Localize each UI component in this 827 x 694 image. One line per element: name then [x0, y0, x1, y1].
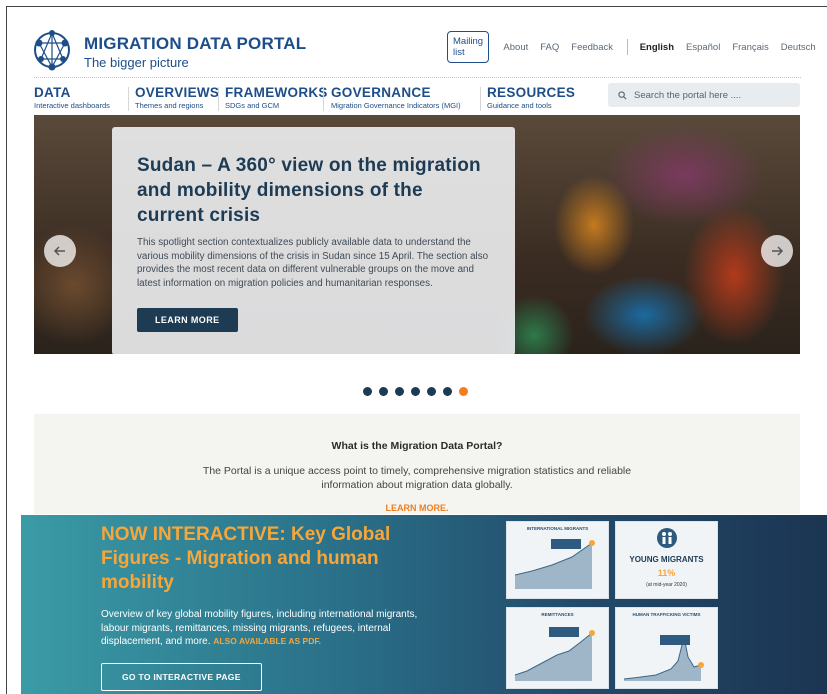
young-migrants-title: YOUNG MIGRANTS [629, 555, 704, 564]
carousel-indicators [363, 387, 475, 396]
area-chart-icon [623, 635, 704, 681]
nav-frameworks-title: FRAMEWORKS [225, 85, 328, 100]
nav-frameworks-subtitle: SDGs and GCM [225, 101, 280, 110]
nav-divider [480, 87, 481, 111]
go-to-interactive-button[interactable]: GO TO INTERACTIVE PAGE [101, 663, 262, 691]
pdf-link[interactable]: ALSO AVAILABLE AS PDF. [213, 636, 321, 646]
search-input[interactable]: Search the portal here .... [608, 83, 800, 107]
international-migrants-thumbnail[interactable]: INTERNATIONAL MIGRANTS [506, 521, 609, 599]
about-link[interactable]: About [503, 42, 528, 53]
next-slide-button[interactable] [761, 235, 793, 267]
banner-description: Overview of key global mobility figures,… [101, 608, 421, 649]
previous-slide-button[interactable] [44, 235, 76, 267]
site-title[interactable]: MIGRATION DATA PORTAL [84, 34, 306, 54]
young-person-icon [656, 528, 677, 548]
arrow-left-icon [53, 246, 65, 256]
nav-data-subtitle: Interactive dashboards [34, 101, 110, 110]
about-heading: What is the Migration Data Portal? [331, 440, 503, 452]
nav-resources[interactable]: RESOURCES Guidance and tools [487, 85, 575, 110]
language-german[interactable]: Deutsch [781, 42, 816, 53]
about-learn-more-link[interactable]: LEARN MORE. [386, 503, 449, 513]
header-divider [34, 77, 801, 78]
carousel-dot[interactable] [427, 387, 436, 396]
faq-link[interactable]: FAQ [540, 42, 559, 53]
carousel-dot-active[interactable] [459, 387, 468, 396]
search-icon [618, 90, 627, 99]
remittances-thumbnail[interactable]: REMITTANCES [506, 607, 609, 689]
trafficking-victims-thumbnail[interactable]: HUMAN TRAFFICKING VICTIMS [615, 607, 718, 689]
carousel-dot[interactable] [395, 387, 404, 396]
mailing-list-button[interactable]: Mailing list [447, 31, 490, 63]
carousel-dot[interactable] [443, 387, 452, 396]
hero-slider: Sudan – A 360° view on the migration and… [34, 115, 800, 354]
divider [627, 39, 628, 55]
nav-overviews[interactable]: OVERVIEWS Themes and regions [135, 85, 219, 110]
nav-divider [218, 87, 219, 111]
nav-resources-title: RESOURCES [487, 85, 576, 100]
search-placeholder: Search the portal here .... [634, 89, 742, 101]
carousel-dot[interactable] [411, 387, 420, 396]
hero-description: This spotlight section contextualizes pu… [137, 237, 489, 289]
carousel-dot[interactable] [379, 387, 388, 396]
nav-data[interactable]: DATA Interactive dashboards [34, 85, 110, 110]
globe-network-logo-icon[interactable] [31, 29, 73, 71]
nav-divider [128, 87, 129, 111]
about-description: The Portal is a unique access point to t… [202, 465, 632, 491]
young-migrants-value: 11% [657, 568, 676, 578]
nav-frameworks[interactable]: FRAMEWORKS SDGs and GCM [225, 85, 328, 110]
language-spanish[interactable]: Español [686, 42, 720, 53]
banner-title: NOW INTERACTIVE: Key Global Figures - Mi… [101, 524, 391, 593]
area-chart-icon [514, 539, 595, 589]
feedback-link[interactable]: Feedback [571, 42, 613, 53]
nav-resources-subtitle: Guidance and tools [487, 101, 552, 110]
hero-learn-more-button[interactable]: LEARN MORE [137, 308, 238, 333]
nav-governance-title: GOVERNANCE [331, 85, 431, 100]
nav-governance-subtitle: Migration Governance Indicators (MGI) [331, 101, 461, 110]
nav-overviews-subtitle: Themes and regions [135, 101, 204, 110]
arrow-right-icon [772, 246, 784, 256]
carousel-dot[interactable] [363, 387, 372, 396]
nav-overviews-title: OVERVIEWS [135, 85, 220, 100]
site-subtitle: The bigger picture [84, 55, 189, 70]
nav-data-title: DATA [34, 85, 71, 100]
young-migrants-note: (at mid-year 2020) [646, 582, 687, 588]
nav-divider [323, 87, 324, 111]
young-migrants-thumbnail[interactable]: YOUNG MIGRANTS 11% (at mid-year 2020) [615, 521, 718, 599]
page-frame: MIGRATION DATA PORTAL The bigger picture… [6, 6, 827, 694]
key-figures-banner: NOW INTERACTIVE: Key Global Figures - Mi… [21, 515, 827, 694]
hero-title: Sudan – A 360° view on the migration and… [137, 155, 481, 226]
hero-card: Sudan – A 360° view on the migration and… [112, 127, 515, 354]
about-portal-section: What is the Migration Data Portal? The P… [34, 414, 800, 514]
language-english[interactable]: English [640, 42, 674, 53]
area-chart-icon [514, 627, 595, 681]
top-navigation: Mailing list About FAQ Feedback English … [447, 31, 827, 63]
nav-governance[interactable]: GOVERNANCE Migration Governance Indicato… [331, 85, 461, 110]
language-french[interactable]: Français [732, 42, 768, 53]
